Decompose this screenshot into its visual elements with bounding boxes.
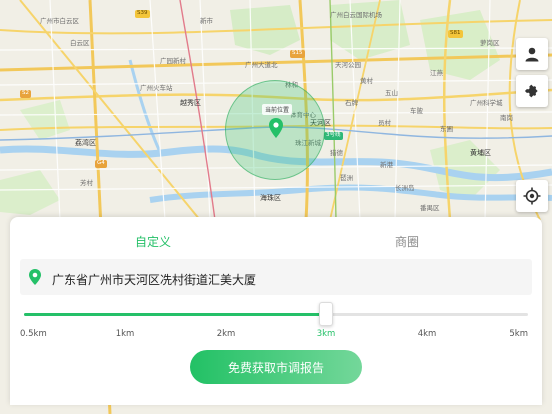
metro-tag: 3号线: [324, 132, 343, 140]
address-text: 广东省广州市天河区冼村街道汇美大厦: [52, 273, 257, 287]
locate-button[interactable]: [516, 180, 548, 212]
address-field[interactable]: 广东省广州市天河区冼村街道汇美大厦: [20, 259, 532, 295]
puzzle-icon: [524, 84, 538, 98]
map-label: 海珠区: [260, 194, 281, 202]
slider-tick-label[interactable]: 1km: [116, 329, 135, 339]
map-label: 黄埔区: [470, 149, 491, 157]
bottom-panel: 自定义 商圈 广东省广州市天河区冼村街道汇美大厦 0.5km 1km 2km 3km 4…: [10, 217, 542, 405]
map-label: 南岗: [500, 114, 513, 122]
road-badge: S15: [290, 50, 305, 58]
radius-slider[interactable]: [24, 302, 528, 326]
map-label: 东圃: [440, 125, 453, 133]
map-label: 新市: [200, 17, 213, 25]
map-label: 黄村: [360, 77, 373, 85]
slider-tick-label[interactable]: 0.5km: [20, 329, 47, 339]
slider-tick-label[interactable]: 5km: [509, 329, 528, 339]
person-icon: [525, 47, 539, 62]
puzzle-button[interactable]: [516, 75, 548, 107]
person-button[interactable]: [516, 38, 548, 70]
slider-fill: [24, 313, 326, 316]
map-label: 越秀区: [180, 99, 201, 107]
map-label: 白云区: [70, 39, 90, 47]
map-label: 广州大道北: [245, 61, 278, 69]
map-label: 石牌: [345, 99, 358, 107]
map-label: 广州市白云区: [40, 17, 79, 25]
road-badge: S2: [20, 90, 31, 98]
map-label: 广州火车站: [140, 84, 173, 92]
map-label: 猎德: [330, 149, 343, 157]
road-badge: G4: [95, 160, 107, 168]
slider-tick-label[interactable]: 2km: [217, 329, 236, 339]
tab-custom[interactable]: 自定义: [135, 233, 171, 250]
target-locate-icon: [523, 187, 541, 205]
slider-tick-label[interactable]: 4km: [418, 329, 437, 339]
tab-bar: 自定义 商圈: [10, 217, 542, 257]
map-label: 番禺区: [420, 204, 440, 212]
get-report-button[interactable]: 免费获取市调报告: [190, 350, 362, 384]
road-badge: S39: [135, 10, 150, 18]
slider-thumb[interactable]: [319, 302, 333, 326]
road-badge: S81: [448, 30, 463, 38]
map-label: 长洲岛: [395, 184, 415, 192]
map-label: 车陂: [410, 107, 423, 115]
map-label: 琶洲: [340, 174, 353, 182]
map-label: 新港: [380, 161, 393, 169]
map-label: 员村: [378, 119, 391, 127]
map-label: 天河公园: [335, 61, 361, 69]
tab-business-district[interactable]: 商圈: [395, 233, 419, 250]
map-label: 广州白云国际机场: [330, 11, 382, 19]
map-label: 荔湾区: [75, 139, 96, 147]
location-marker-icon: [29, 269, 41, 285]
location-pin-icon[interactable]: [269, 118, 283, 138]
map-label: 广州科学城: [470, 99, 503, 107]
slider-ticks: 0.5km 1km 2km 3km 4km 5km: [20, 329, 528, 341]
map-label: 芳村: [80, 179, 93, 187]
map-label: 江燕: [430, 69, 443, 77]
map-label: 五山: [385, 89, 398, 97]
map-label: 广园新村: [160, 57, 186, 65]
map-label: 萝岗区: [480, 39, 500, 47]
slider-tick-label[interactable]: 3km: [317, 329, 336, 339]
current-location-tag: 当前位置: [262, 104, 293, 115]
